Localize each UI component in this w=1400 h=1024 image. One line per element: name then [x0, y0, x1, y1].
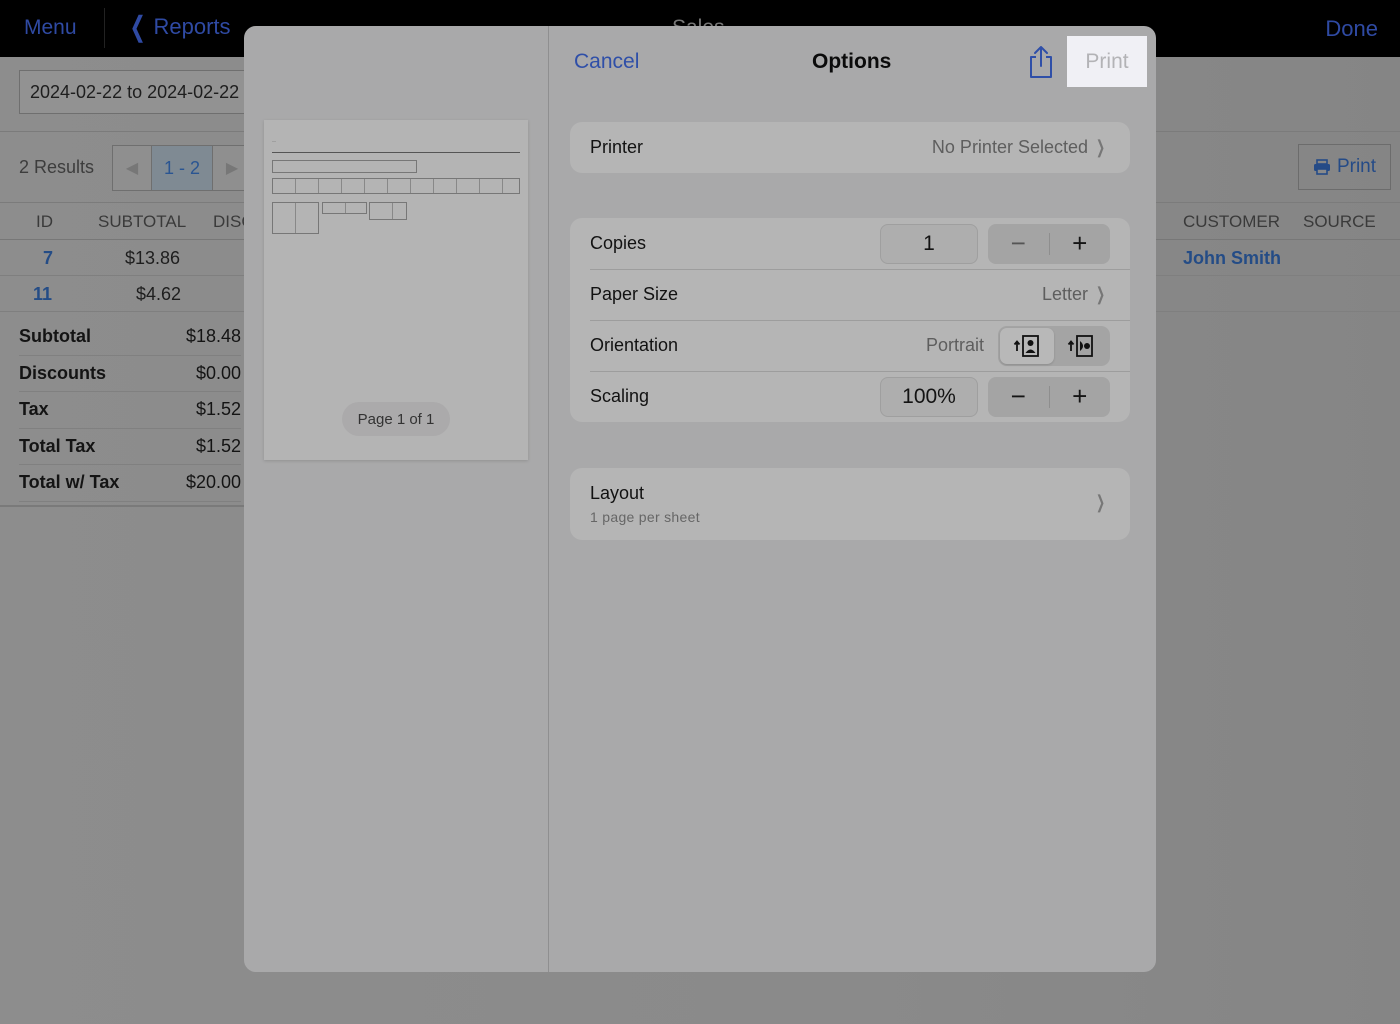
- summary-label: Total Tax: [19, 435, 96, 456]
- caret-right-icon: ▶: [225, 160, 239, 177]
- chevron-left-icon: ❮: [129, 11, 146, 42]
- pagination: ◀ 1 - 2 ▶: [112, 145, 252, 191]
- dialog-title: Options: [812, 50, 892, 73]
- printer-card: Printer No Printer Selected ❯: [570, 122, 1130, 173]
- summary-row-subtotal: Subtotal $18.48: [19, 319, 241, 356]
- preview-header-text: —: [272, 138, 276, 143]
- summary-value: $18.48: [185, 326, 241, 347]
- orientation-row: Orientation Portrait: [570, 320, 1130, 371]
- page-range[interactable]: 1 - 2: [151, 146, 213, 190]
- paper-size-label: Paper Size: [590, 284, 679, 304]
- row-subtotal: $4.62: [136, 284, 182, 304]
- summary-value: $0.00: [195, 362, 241, 383]
- row-id[interactable]: 11: [33, 284, 52, 305]
- scaling-stepper: − +: [988, 376, 1111, 417]
- back-button[interactable]: ❮ Reports: [126, 11, 231, 42]
- row-id[interactable]: 7: [43, 248, 53, 269]
- dialog-divider: [548, 26, 549, 972]
- scaling-field[interactable]: 100%: [880, 376, 978, 417]
- prev-page-button[interactable]: ◀: [113, 146, 151, 190]
- orientation-label: Orientation: [590, 335, 679, 355]
- copies-decrement-button[interactable]: −: [988, 224, 1049, 264]
- landscape-option[interactable]: [1054, 328, 1108, 364]
- copies-field[interactable]: 1: [880, 223, 978, 264]
- column-header-id[interactable]: ID: [36, 212, 53, 232]
- summary-label: Tax: [19, 399, 49, 420]
- summary-row-total-with-tax: Total w/ Tax $20.00: [19, 465, 241, 502]
- print-options-dialog: — Page 1 of 1 Cancel Options Print Print…: [244, 26, 1156, 972]
- results-count: 2 Results: [19, 157, 95, 177]
- print-button[interactable]: Print: [1067, 36, 1147, 87]
- chevron-right-icon: ❯: [1095, 137, 1105, 157]
- totals-summary: Subtotal $18.48 Discounts $0.00 Tax $1.52 T…: [19, 319, 241, 502]
- preview-summary-table: [369, 202, 407, 220]
- orientation-segmented-control: [998, 325, 1110, 366]
- scaling-increment-button[interactable]: +: [1050, 377, 1111, 417]
- options-card: Copies 1 − + Paper Size Letter ❯ Orienta…: [570, 218, 1130, 422]
- row-customer[interactable]: John Smith: [1183, 248, 1281, 269]
- print-preview-page[interactable]: — Page 1 of 1: [264, 120, 528, 460]
- summary-row-discounts: Discounts $0.00: [19, 356, 241, 392]
- print-report-button[interactable]: Print: [1298, 144, 1391, 190]
- scaling-decrement-button[interactable]: −: [988, 377, 1049, 417]
- copies-row: Copies 1 − +: [570, 218, 1130, 269]
- summary-divider: [0, 505, 245, 507]
- summary-label: Total w/ Tax: [19, 472, 120, 493]
- date-range-field[interactable]: 2024-02-22 to 2024-02-22: [19, 70, 269, 114]
- copies-label: Copies: [590, 233, 647, 253]
- done-button[interactable]: Done: [1325, 16, 1378, 42]
- portrait-orientation-icon: [1013, 334, 1039, 357]
- summary-value: $1.52: [195, 399, 241, 420]
- nav-divider: [104, 8, 105, 48]
- copies-increment-button[interactable]: +: [1050, 224, 1111, 264]
- menu-button[interactable]: Menu: [24, 16, 77, 40]
- summary-row-total-tax: Total Tax $1.52: [19, 429, 241, 465]
- copies-stepper: − +: [988, 223, 1111, 264]
- layout-value: 1 page per sheet: [590, 509, 700, 525]
- scaling-label: Scaling: [590, 386, 650, 406]
- caret-left-icon: ◀: [125, 160, 139, 177]
- preview-summary-table: [272, 202, 319, 234]
- row-subtotal: $13.86: [125, 248, 181, 268]
- printer-row[interactable]: Printer No Printer Selected ❯: [570, 122, 1130, 173]
- printer-label: Printer: [590, 137, 644, 157]
- paper-size-row[interactable]: Paper Size Letter ❯: [570, 269, 1130, 320]
- print-report-label: Print: [1336, 156, 1377, 177]
- share-icon[interactable]: [1026, 44, 1056, 80]
- orientation-value: Portrait: [925, 335, 984, 355]
- back-label: Reports: [153, 14, 231, 39]
- scaling-row: Scaling 100% − +: [570, 371, 1130, 422]
- printer-value: No Printer Selected: [931, 137, 1088, 157]
- chevron-right-icon: ❯: [1095, 492, 1105, 512]
- summary-value: $1.52: [195, 435, 241, 456]
- chevron-right-icon: ❯: [1095, 284, 1105, 304]
- summary-value: $20.00: [185, 472, 241, 493]
- preview-summary-table: [322, 202, 367, 214]
- summary-label: Subtotal: [19, 326, 91, 347]
- layout-label: Layout: [590, 483, 645, 503]
- preview-filter-box: [272, 160, 417, 173]
- cancel-button[interactable]: Cancel: [574, 50, 639, 74]
- page-indicator: Page 1 of 1: [342, 402, 450, 436]
- preview-table: [272, 178, 520, 194]
- summary-label: Discounts: [19, 362, 107, 383]
- layout-card[interactable]: Layout 1 page per sheet ❯: [570, 468, 1130, 540]
- landscape-orientation-icon: [1067, 334, 1093, 357]
- preview-rule: [272, 152, 520, 153]
- summary-row-tax: Tax $1.52: [19, 392, 241, 429]
- column-header-subtotal[interactable]: SUBTOTAL: [98, 212, 186, 232]
- column-header-customer[interactable]: CUSTOMER: [1183, 212, 1280, 232]
- printer-icon: [1313, 159, 1330, 175]
- paper-size-value: Letter: [1041, 284, 1088, 304]
- portrait-option[interactable]: [1000, 327, 1054, 364]
- column-header-source[interactable]: SOURCE: [1303, 212, 1376, 232]
